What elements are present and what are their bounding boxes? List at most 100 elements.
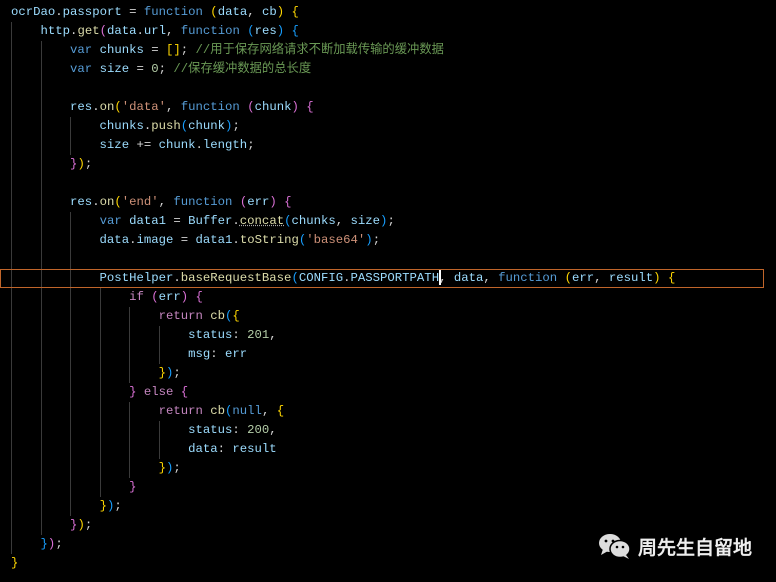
- code-line[interactable]: size += chunk.length;: [11, 136, 255, 155]
- code-line[interactable]: }: [11, 478, 136, 497]
- code-token: {: [276, 404, 285, 418]
- code-token: ;: [247, 138, 255, 152]
- code-line[interactable]: status: 201,: [11, 326, 277, 345]
- code-token: cb: [261, 5, 277, 19]
- code-token: :: [210, 347, 226, 361]
- code-token: function: [173, 195, 233, 209]
- code-token: ;: [114, 499, 122, 513]
- code-token: 201: [247, 328, 270, 342]
- code-token: 'data': [121, 100, 167, 114]
- code-line[interactable]: http.get(data.url, function (res) {: [11, 22, 299, 41]
- code-token: data: [11, 233, 130, 247]
- code-token: {: [667, 271, 676, 285]
- code-token: data1: [121, 214, 166, 228]
- code-line[interactable]: return cb(null, {: [11, 402, 285, 421]
- code-token: size: [92, 62, 130, 76]
- code-token: get: [77, 24, 100, 38]
- code-token: chunk: [254, 100, 292, 114]
- code-line[interactable]: });: [11, 516, 92, 535]
- code-token: ,: [261, 404, 277, 418]
- code-token: ,: [247, 5, 262, 19]
- code-line[interactable]: });: [11, 364, 181, 383]
- code-token: size: [11, 138, 130, 152]
- code-token: (: [564, 271, 572, 285]
- code-token: ): [269, 195, 277, 209]
- watermark: 周先生自留地: [598, 532, 752, 560]
- code-token: err: [247, 195, 270, 209]
- code-token: }: [158, 366, 166, 380]
- code-token: on: [99, 195, 115, 209]
- code-line[interactable]: res.on('end', function (err) {: [11, 193, 292, 212]
- code-token: }: [129, 480, 137, 494]
- code-line[interactable]: var data1 = Buffer.concat(chunks, size);: [11, 212, 395, 231]
- code-token: return: [158, 404, 203, 418]
- code-token: {: [291, 5, 299, 19]
- code-token: result: [608, 271, 654, 285]
- code-line[interactable]: });: [11, 497, 122, 516]
- code-token: data: [217, 5, 248, 19]
- wechat-icon: [599, 534, 631, 559]
- code-editor[interactable]: ocrDao.passport = function (data, cb) { …: [0, 0, 776, 582]
- code-token: ): [77, 518, 85, 532]
- code-token: if: [129, 290, 144, 304]
- code-token: data1: [195, 233, 233, 247]
- code-line[interactable]: return cb({: [11, 307, 240, 326]
- code-token: ): [291, 100, 299, 114]
- code-token: chunk: [158, 138, 196, 152]
- code-line[interactable]: res.on('data', function (chunk) {: [11, 98, 314, 117]
- code-token: ,: [439, 271, 454, 285]
- code-token: ;: [84, 518, 93, 532]
- code-line[interactable]: PostHelper.baseRequestBase(CONFIG.PASSPO…: [11, 269, 675, 288]
- code-line[interactable]: data: result: [11, 440, 277, 459]
- code-token: {: [195, 290, 203, 304]
- code-line[interactable]: var chunks = []; //用于保存网络请求不断加载传输的缓冲数据: [11, 41, 444, 60]
- code-token: null: [232, 404, 262, 418]
- code-token: ): [365, 233, 373, 247]
- code-token: {: [284, 195, 292, 209]
- code-line[interactable]: });: [11, 459, 181, 478]
- code-token: {: [232, 309, 240, 323]
- code-token: .: [232, 233, 240, 247]
- code-token: chunks: [291, 214, 336, 228]
- code-line[interactable]: var size = 0; //保存缓冲数据的总长度: [11, 60, 311, 79]
- code-token: err: [225, 347, 248, 361]
- code-token: else: [143, 385, 174, 399]
- code-line[interactable]: ocrDao.passport = function (data, cb) {: [11, 3, 299, 22]
- code-token: passport: [62, 5, 122, 19]
- code-token: .: [92, 195, 100, 209]
- code-line[interactable]: if (err) {: [11, 288, 203, 307]
- code-token: :: [232, 423, 248, 437]
- code-line[interactable]: });: [11, 155, 92, 174]
- code-line[interactable]: } else {: [11, 383, 188, 402]
- code-token: function: [180, 100, 240, 114]
- code-token: .: [232, 214, 240, 228]
- code-token: CONFIG: [298, 271, 344, 285]
- code-token: =: [173, 233, 196, 247]
- indent-guide: [40, 174, 42, 193]
- code-line[interactable]: });: [11, 535, 63, 554]
- code-token: }: [40, 537, 48, 551]
- code-token: ,: [269, 328, 277, 342]
- code-token: ocrDao: [11, 5, 56, 19]
- code-line[interactable]: chunks.push(chunk);: [11, 117, 240, 136]
- code-line[interactable]: status: 200,: [11, 421, 277, 440]
- code-token: +=: [129, 138, 159, 152]
- code-token: err: [571, 271, 595, 285]
- code-line[interactable]: msg: err: [11, 345, 247, 364]
- indent-guide: [11, 250, 12, 269]
- code-token: =: [121, 5, 144, 19]
- code-line[interactable]: }: [11, 554, 18, 573]
- code-token: chunks: [11, 119, 144, 133]
- code-token: concat: [239, 214, 285, 228]
- code-line[interactable]: data.image = data1.toString('base64');: [11, 231, 381, 250]
